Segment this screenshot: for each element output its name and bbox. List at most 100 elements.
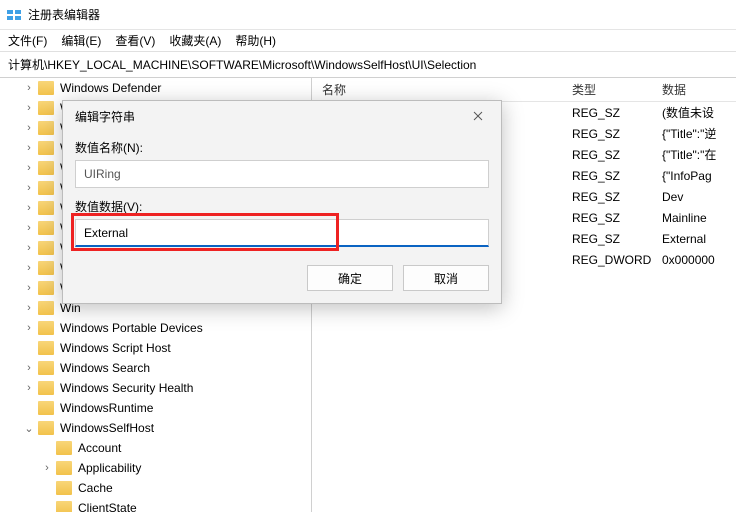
tree-toggle-icon[interactable] [22,82,36,94]
close-icon [473,111,483,121]
column-name[interactable]: 名称 [312,81,572,98]
tree-item-label: ClientState [78,501,137,512]
cell-data: External [662,232,736,246]
cell-type: REG_SZ [572,127,662,141]
folder-icon [38,141,54,155]
tree-toggle-icon[interactable] [22,322,36,334]
folder-icon [56,501,72,512]
tree-item-label: Account [78,441,121,455]
tree-item-label: Windows Search [60,361,150,375]
folder-icon [38,101,54,115]
menu-file[interactable]: 文件(F) [8,32,47,49]
tree-item-label: Applicability [78,461,141,475]
tree-toggle-icon[interactable] [22,362,36,374]
menubar: 文件(F) 编辑(E) 查看(V) 收藏夹(A) 帮助(H) [0,30,736,52]
tree-toggle-icon[interactable] [22,382,36,394]
folder-icon [38,121,54,135]
cell-type: REG_DWORD [572,253,662,267]
folder-icon [38,301,54,315]
tree-toggle-icon[interactable] [22,202,36,214]
dialog-title: 编辑字符串 [75,108,135,125]
folder-icon [38,261,54,275]
cell-type: REG_SZ [572,169,662,183]
tree-item-label: Windows Portable Devices [60,321,203,335]
tree-item-label: Cache [78,481,113,495]
tree-toggle-icon[interactable] [22,102,36,114]
cell-data: {"Title":"在 [662,146,736,163]
folder-icon [38,201,54,215]
cell-type: REG_SZ [572,232,662,246]
tree-toggle-icon[interactable] [22,162,36,174]
tree-toggle-icon[interactable] [22,242,36,254]
tree-item[interactable]: Windows Search [0,358,311,378]
folder-icon [38,341,54,355]
value-name-label: 数值名称(N): [75,139,489,156]
cell-data: Mainline [662,211,736,225]
folder-icon [38,281,54,295]
menu-favorites[interactable]: 收藏夹(A) [169,32,221,49]
folder-icon [56,441,72,455]
address-path: 计算机\HKEY_LOCAL_MACHINE\SOFTWARE\Microsof… [8,56,476,73]
tree-toggle-icon[interactable] [22,302,36,314]
cell-type: REG_SZ [572,148,662,162]
tree-toggle-icon[interactable] [22,282,36,294]
cell-data: 0x000000 [662,253,736,267]
tree-toggle-icon[interactable] [22,122,36,134]
value-data-input[interactable] [75,219,489,247]
tree-item-label: Windows Security Health [60,381,193,395]
cell-data: Dev [662,190,736,204]
cell-data: (数值未设 [662,104,736,121]
tree-item[interactable]: Windows Script Host [0,338,311,358]
folder-icon [56,481,72,495]
folder-icon [38,421,54,435]
tree-toggle-icon[interactable] [40,462,54,474]
edit-string-dialog: 编辑字符串 数值名称(N): 数值数据(V): 确定 取消 [62,100,502,304]
cell-type: REG_SZ [572,190,662,204]
tree-item[interactable]: Account [0,438,311,458]
menu-edit[interactable]: 编辑(E) [61,32,101,49]
folder-icon [38,381,54,395]
tree-item[interactable]: Windows Security Health [0,378,311,398]
window-titlebar: 注册表编辑器 [0,0,736,30]
list-header: 名称 类型 数据 [312,78,736,102]
column-data[interactable]: 数据 [662,81,736,98]
column-type[interactable]: 类型 [572,81,662,98]
cell-type: REG_SZ [572,106,662,120]
cell-type: REG_SZ [572,211,662,225]
tree-item-label: Windows Script Host [60,341,171,355]
cancel-button[interactable]: 取消 [403,265,489,291]
regedit-icon [6,7,22,23]
menu-view[interactable]: 查看(V) [115,32,155,49]
folder-icon [38,401,54,415]
tree-item[interactable]: Windows Portable Devices [0,318,311,338]
tree-item[interactable]: WindowsRuntime [0,398,311,418]
folder-icon [56,461,72,475]
tree-toggle-icon[interactable] [22,182,36,194]
tree-item-label: WindowsRuntime [60,401,153,415]
tree-toggle-icon[interactable] [22,222,36,234]
window-title: 注册表编辑器 [28,6,100,23]
tree-item[interactable]: WindowsSelfHost [0,418,311,438]
folder-icon [38,361,54,375]
tree-toggle-icon[interactable] [22,422,36,435]
value-name-input[interactable] [75,160,489,188]
folder-icon [38,221,54,235]
tree-item[interactable]: Windows Defender [0,78,311,98]
folder-icon [38,161,54,175]
folder-icon [38,181,54,195]
ok-button[interactable]: 确定 [307,265,393,291]
tree-toggle-icon[interactable] [22,262,36,274]
cell-data: {"InfoPag [662,169,736,183]
address-bar[interactable]: 计算机\HKEY_LOCAL_MACHINE\SOFTWARE\Microsof… [0,52,736,78]
value-data-label: 数值数据(V): [75,198,489,215]
folder-icon [38,241,54,255]
tree-toggle-icon[interactable] [22,142,36,154]
tree-item-label: Windows Defender [60,81,161,95]
tree-item[interactable]: Cache [0,478,311,498]
folder-icon [38,321,54,335]
dialog-close-button[interactable] [463,106,493,126]
menu-help[interactable]: 帮助(H) [235,32,276,49]
tree-item[interactable]: ClientState [0,498,311,512]
tree-item[interactable]: Applicability [0,458,311,478]
folder-icon [38,81,54,95]
